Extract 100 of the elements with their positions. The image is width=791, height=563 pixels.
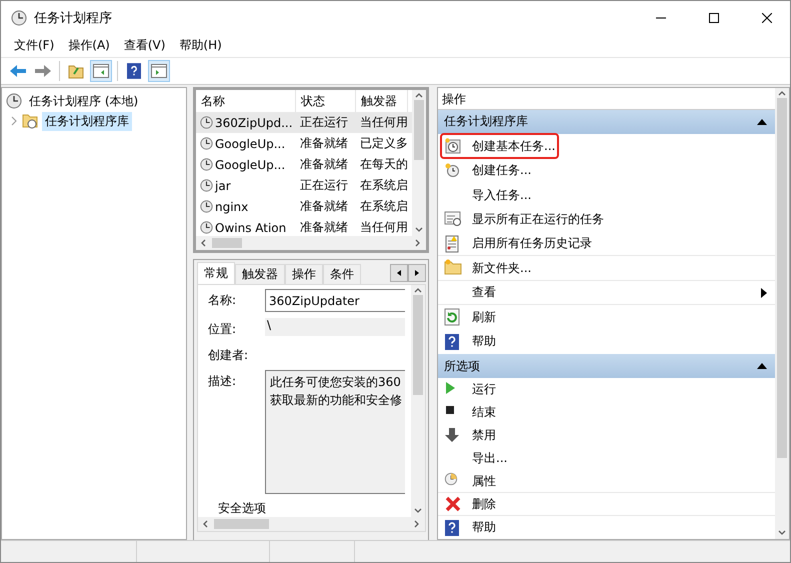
- action-link[interactable]: 删除: [442, 493, 498, 516]
- show-action-pane-button[interactable]: [148, 60, 170, 82]
- tab[interactable]: 操作: [285, 264, 323, 284]
- expand-chevron-icon[interactable]: [10, 116, 18, 126]
- clock-icon: [200, 116, 213, 129]
- action-link[interactable]: 导出...: [442, 448, 510, 470]
- task-row[interactable]: 360ZipUpd... 正在运行 当任何用: [196, 112, 412, 133]
- help-icon: [444, 332, 460, 351]
- task-name: nginx: [215, 200, 248, 214]
- horizontal-scrollbar[interactable]: [196, 236, 426, 250]
- delete-icon: [444, 495, 462, 514]
- task-row[interactable]: GoogleUp... 准备就绪 已定义多: [196, 133, 412, 154]
- task-row[interactable]: jar 正在运行 在系统启: [196, 175, 412, 196]
- scroll-thumb[interactable]: [413, 295, 423, 395]
- horizontal-scrollbar[interactable]: [198, 517, 425, 531]
- task-name: GoogleUp...: [215, 136, 286, 150]
- location-value: \: [265, 318, 405, 336]
- clock-icon: [200, 158, 213, 171]
- vertical-scrollbar[interactable]: [412, 90, 426, 236]
- task-status: 准备就绪: [300, 135, 348, 152]
- vertical-scrollbar[interactable]: [411, 285, 425, 517]
- clock-icon: [200, 221, 213, 234]
- field-label: 名称:: [208, 292, 238, 309]
- action-link[interactable]: 创建任务...: [442, 160, 534, 182]
- task-status: 准备就绪: [300, 198, 348, 215]
- maximize-icon: [709, 13, 719, 23]
- window-title: 任务计划程序: [34, 10, 113, 27]
- log-icon: [444, 234, 460, 253]
- tree-item[interactable]: 任务计划程序 (本地): [26, 92, 142, 110]
- folder-icon: [444, 259, 462, 276]
- left-triangle-icon: [397, 270, 401, 276]
- close-icon: [762, 13, 772, 23]
- action-link[interactable]: 导入任务...: [442, 184, 534, 206]
- vertical-scrollbar[interactable]: [775, 88, 789, 539]
- help-icon: [444, 518, 460, 537]
- action-link[interactable]: 结束: [442, 402, 498, 424]
- task-trigger: 当任何用: [360, 114, 408, 131]
- stop-icon: [444, 404, 456, 416]
- task-name: 360ZipUpd...: [215, 116, 293, 130]
- tab-scroll-right-button[interactable]: [408, 264, 426, 282]
- scroll-thumb[interactable]: [212, 238, 242, 248]
- clock-icon: [200, 200, 213, 213]
- action-link[interactable]: 创建基本任务...: [442, 135, 558, 158]
- task-trigger: 在每天的: [360, 156, 408, 173]
- menu-item[interactable]: 查看(V): [116, 35, 172, 57]
- task-status: 准备就绪: [300, 156, 348, 173]
- menu-item[interactable]: 帮助(H): [172, 35, 229, 57]
- task-name: jar: [215, 178, 231, 192]
- action-link[interactable]: 刷新: [442, 306, 498, 328]
- folder-clock-icon: [22, 113, 38, 129]
- name-field[interactable]: 360ZipUpdater: [265, 289, 405, 312]
- play-icon: [444, 380, 456, 395]
- collapse-triangle-icon[interactable]: [757, 363, 767, 370]
- field-label: 描述:: [208, 373, 238, 390]
- action-link[interactable]: 显示所有正在运行的任务: [442, 208, 606, 231]
- clock-icon: [444, 472, 458, 486]
- tab[interactable]: 条件: [323, 264, 361, 284]
- menu-item[interactable]: 文件(F): [7, 35, 62, 57]
- list-clock-icon: [444, 210, 462, 227]
- tab-scroll-left-button[interactable]: [390, 264, 408, 282]
- description-field[interactable]: 此任务可使您安装的360 获取最新的功能和安全修: [265, 370, 405, 494]
- task-row[interactable]: nginx 准备就绪 在系统启: [196, 196, 412, 217]
- task-trigger: 当任何用: [360, 219, 408, 236]
- right-triangle-icon: [415, 270, 419, 276]
- field-label: 创建者:: [208, 347, 250, 364]
- section-header[interactable]: 所选项: [438, 354, 775, 378]
- task-name: Owins Ation: [215, 220, 286, 234]
- section-label: 安全选项: [217, 500, 267, 517]
- section-header[interactable]: 任务计划程序库: [438, 110, 775, 134]
- scroll-thumb[interactable]: [214, 519, 269, 529]
- clock-icon: [200, 137, 213, 150]
- tab[interactable]: 常规: [197, 262, 235, 284]
- task-row[interactable]: Owins Ation 准备就绪 当任何用: [196, 217, 412, 236]
- task-status: 正在运行: [300, 114, 348, 131]
- action-link[interactable]: 新文件夹...: [442, 257, 534, 280]
- action-link[interactable]: 帮助: [442, 330, 498, 353]
- field-label: 位置:: [208, 321, 238, 338]
- action-link[interactable]: 查看: [442, 282, 498, 304]
- task-status: 正在运行: [300, 177, 348, 194]
- refresh-icon: [444, 308, 460, 326]
- task-trigger: 已定义多: [360, 135, 408, 152]
- task-trigger: 在系统启: [360, 198, 408, 215]
- task-trigger: 在系统启: [360, 177, 408, 194]
- action-link[interactable]: 帮助: [442, 516, 498, 539]
- task-status: 准备就绪: [300, 219, 348, 236]
- menu-item[interactable]: 操作(A): [61, 35, 117, 57]
- action-link[interactable]: 禁用: [442, 424, 498, 447]
- scroll-thumb[interactable]: [777, 98, 787, 458]
- task-name: GoogleUp...: [215, 158, 286, 172]
- tree-item[interactable]: 任务计划程序库: [42, 112, 132, 130]
- scroll-thumb[interactable]: [414, 100, 424, 160]
- action-link[interactable]: 属性: [442, 470, 498, 492]
- action-link[interactable]: 运行: [442, 378, 498, 401]
- action-link[interactable]: 启用所有任务历史记录: [442, 232, 594, 255]
- collapse-triangle-icon[interactable]: [757, 118, 767, 125]
- tab[interactable]: 触发器: [235, 264, 285, 284]
- clock-icon: [6, 93, 22, 109]
- clock-icon: [200, 179, 213, 192]
- task-row[interactable]: GoogleUp... 准备就绪 在每天的: [196, 154, 412, 175]
- show-tree-button[interactable]: [90, 60, 112, 82]
